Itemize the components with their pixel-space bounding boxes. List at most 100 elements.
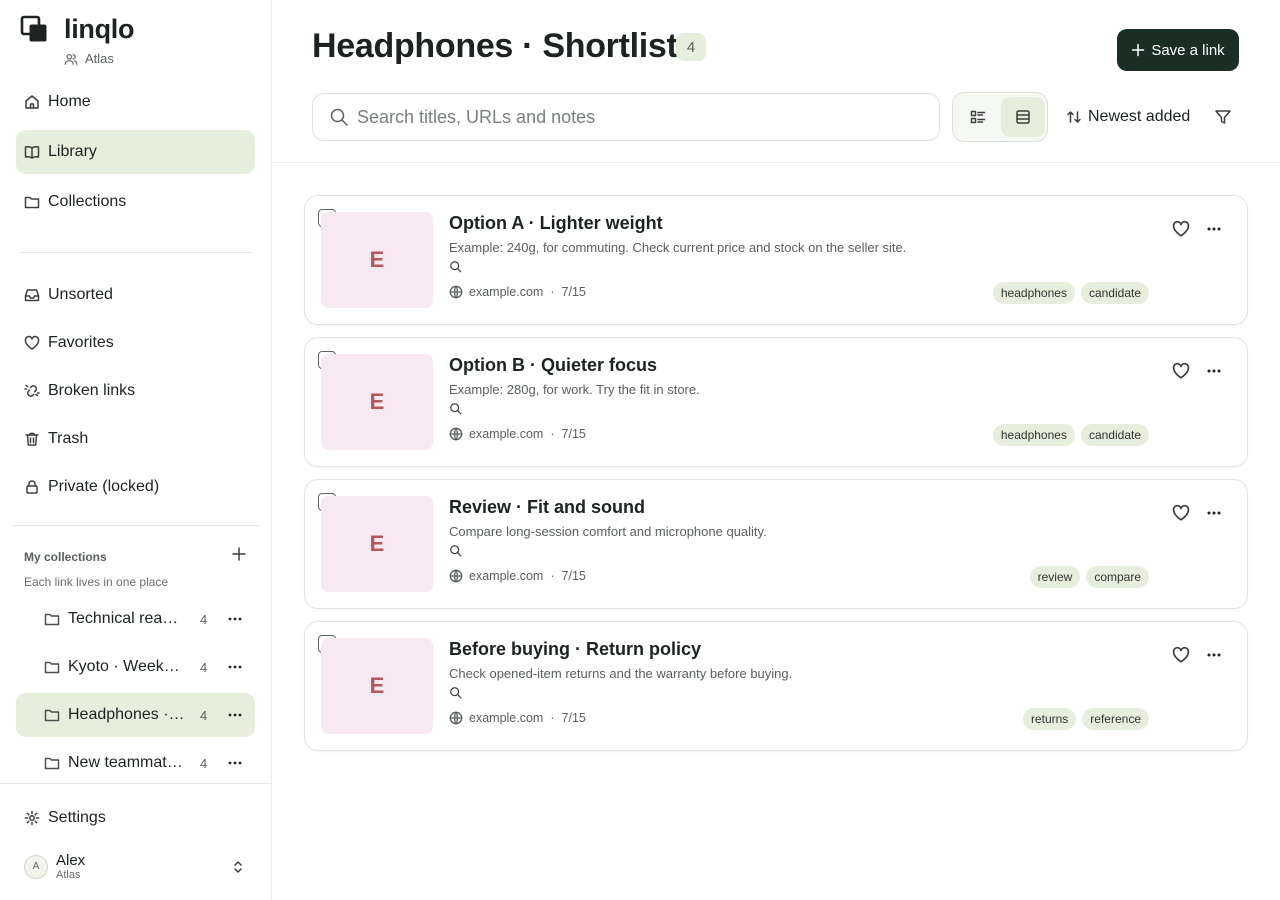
inbox-icon <box>24 289 40 302</box>
settings-label: Settings <box>48 809 106 826</box>
link-date: 7/15 <box>561 427 586 441</box>
tag-list: review compare <box>1024 566 1149 588</box>
tag[interactable]: headphones <box>992 282 1075 304</box>
nav-label: Unsorted <box>48 286 113 303</box>
tag-list: headphones candidate <box>987 282 1149 304</box>
link-thumbnail: E <box>321 354 433 450</box>
nav-item-home[interactable]: Home <box>16 80 255 124</box>
link-title[interactable]: Before buying · Return policy <box>449 639 701 660</box>
heart-icon[interactable] <box>1172 220 1190 238</box>
link-title[interactable]: Option B · Quieter focus <box>449 355 657 376</box>
list-view-icon <box>970 110 986 124</box>
tag[interactable]: candidate <box>1080 424 1149 446</box>
nav-item-private[interactable]: Private (locked) <box>16 465 255 509</box>
link-date: 7/15 <box>561 711 586 725</box>
heart-icon <box>24 335 40 350</box>
link-meta: example.com · 7/15 <box>449 569 586 583</box>
tag-list: returns reference <box>1017 708 1149 730</box>
settings-link[interactable]: Settings <box>16 796 255 840</box>
more-icon[interactable] <box>1205 646 1223 664</box>
collection-count: 4 <box>200 707 208 723</box>
nav-label: Home <box>48 93 91 110</box>
page-title: Headphones · Shortlist <box>312 27 678 65</box>
view-list-button[interactable] <box>956 97 1000 137</box>
save-link-button[interactable]: Save a link <box>1117 29 1239 71</box>
plus-icon <box>1132 43 1145 57</box>
heart-icon[interactable] <box>1172 362 1190 380</box>
sort-label: Newest added <box>1088 108 1191 125</box>
globe-icon <box>449 569 463 583</box>
link-title[interactable]: Option A · Lighter weight <box>449 213 663 234</box>
collection-item[interactable]: New teammate onboarding 4 <box>16 741 255 785</box>
search-icon <box>330 108 348 126</box>
tag[interactable]: headphones <box>992 424 1075 446</box>
workspace-switcher[interactable]: Atlas <box>64 51 114 66</box>
divider <box>20 252 251 253</box>
link-title[interactable]: Review · Fit and sound <box>449 497 645 518</box>
link-card[interactable]: E Option A · Lighter weight Example: 240… <box>304 195 1248 325</box>
more-icon[interactable] <box>227 707 243 723</box>
lock-icon <box>26 480 38 494</box>
link-card[interactable]: E Review · Fit and sound Compare long-se… <box>304 479 1248 609</box>
nav-item-favorites[interactable]: Favorites <box>16 321 255 365</box>
heart-icon[interactable] <box>1172 646 1190 664</box>
link-domain: example.com <box>469 569 544 583</box>
globe-icon <box>449 285 463 299</box>
globe-icon <box>449 711 463 725</box>
link-description: Example: 280g, for work. Try the fit in … <box>449 382 700 397</box>
search-input[interactable] <box>357 106 917 128</box>
collection-count: 4 <box>200 755 208 771</box>
collection-item[interactable]: Technical reading 4 <box>16 597 255 641</box>
user-name: Alex <box>56 852 86 869</box>
nav-item-unsorted[interactable]: Unsorted <box>16 273 255 317</box>
link-meta: example.com · 7/15 <box>449 285 586 299</box>
more-icon[interactable] <box>1205 504 1223 522</box>
user-menu[interactable]: A Alex Atlas <box>24 852 85 881</box>
add-collection-icon[interactable] <box>230 545 248 563</box>
nav-item-library[interactable]: Library <box>16 130 255 174</box>
tag[interactable]: reference <box>1082 708 1149 730</box>
nav-label: Favorites <box>48 334 114 351</box>
broken-link-icon <box>24 384 40 397</box>
collections-heading: My collections <box>24 550 107 564</box>
more-icon[interactable] <box>1205 362 1223 380</box>
nav-item-collections[interactable]: Collections <box>16 180 255 224</box>
search-icon <box>450 687 462 699</box>
tag[interactable]: candidate <box>1080 282 1149 304</box>
user-workspace: Atlas <box>56 869 81 881</box>
nav-label: Private (locked) <box>48 478 160 495</box>
nav-label: Collections <box>48 193 127 210</box>
more-icon[interactable] <box>227 755 243 771</box>
link-description: Example: 240g, for commuting. Check curr… <box>449 240 907 255</box>
heart-icon[interactable] <box>1172 504 1190 522</box>
tag[interactable]: returns <box>1022 708 1077 730</box>
nav-item-broken-links[interactable]: Broken links <box>16 369 255 413</box>
nav-item-trash[interactable]: Trash <box>16 417 255 461</box>
link-card[interactable]: E Option B · Quieter focus Example: 280g… <box>304 337 1248 467</box>
folder-icon <box>44 709 60 722</box>
link-thumbnail: E <box>321 212 433 308</box>
link-meta: example.com · 7/15 <box>449 427 586 441</box>
nav-label: Trash <box>48 430 89 447</box>
more-icon[interactable] <box>227 611 243 627</box>
divider <box>12 525 259 526</box>
tag[interactable]: review <box>1029 566 1081 588</box>
search-bar[interactable] <box>312 93 940 141</box>
chevron-up-down-icon[interactable] <box>230 859 246 875</box>
link-card[interactable]: E Before buying · Return policy Check op… <box>304 621 1248 751</box>
brand[interactable]: linqlo <box>20 14 134 45</box>
folder-icon <box>44 613 60 626</box>
sort-dropdown[interactable]: Newest added <box>1066 105 1190 129</box>
collection-item[interactable]: Kyoto · Weekend trip 4 <box>16 645 255 689</box>
more-icon[interactable] <box>227 659 243 675</box>
filter-icon[interactable] <box>1214 108 1232 126</box>
search-icon <box>450 403 462 415</box>
collection-item-active[interactable]: Headphones · Shortlist 4 <box>16 693 255 737</box>
search-icon <box>450 545 462 557</box>
collection-name: Headphones · Shortlist <box>68 706 185 723</box>
link-domain: example.com <box>469 711 544 725</box>
view-card-button[interactable] <box>1001 97 1045 137</box>
more-icon[interactable] <box>1205 220 1223 238</box>
tag[interactable]: compare <box>1086 566 1149 588</box>
collection-name: Kyoto · Weekend trip <box>68 658 185 675</box>
